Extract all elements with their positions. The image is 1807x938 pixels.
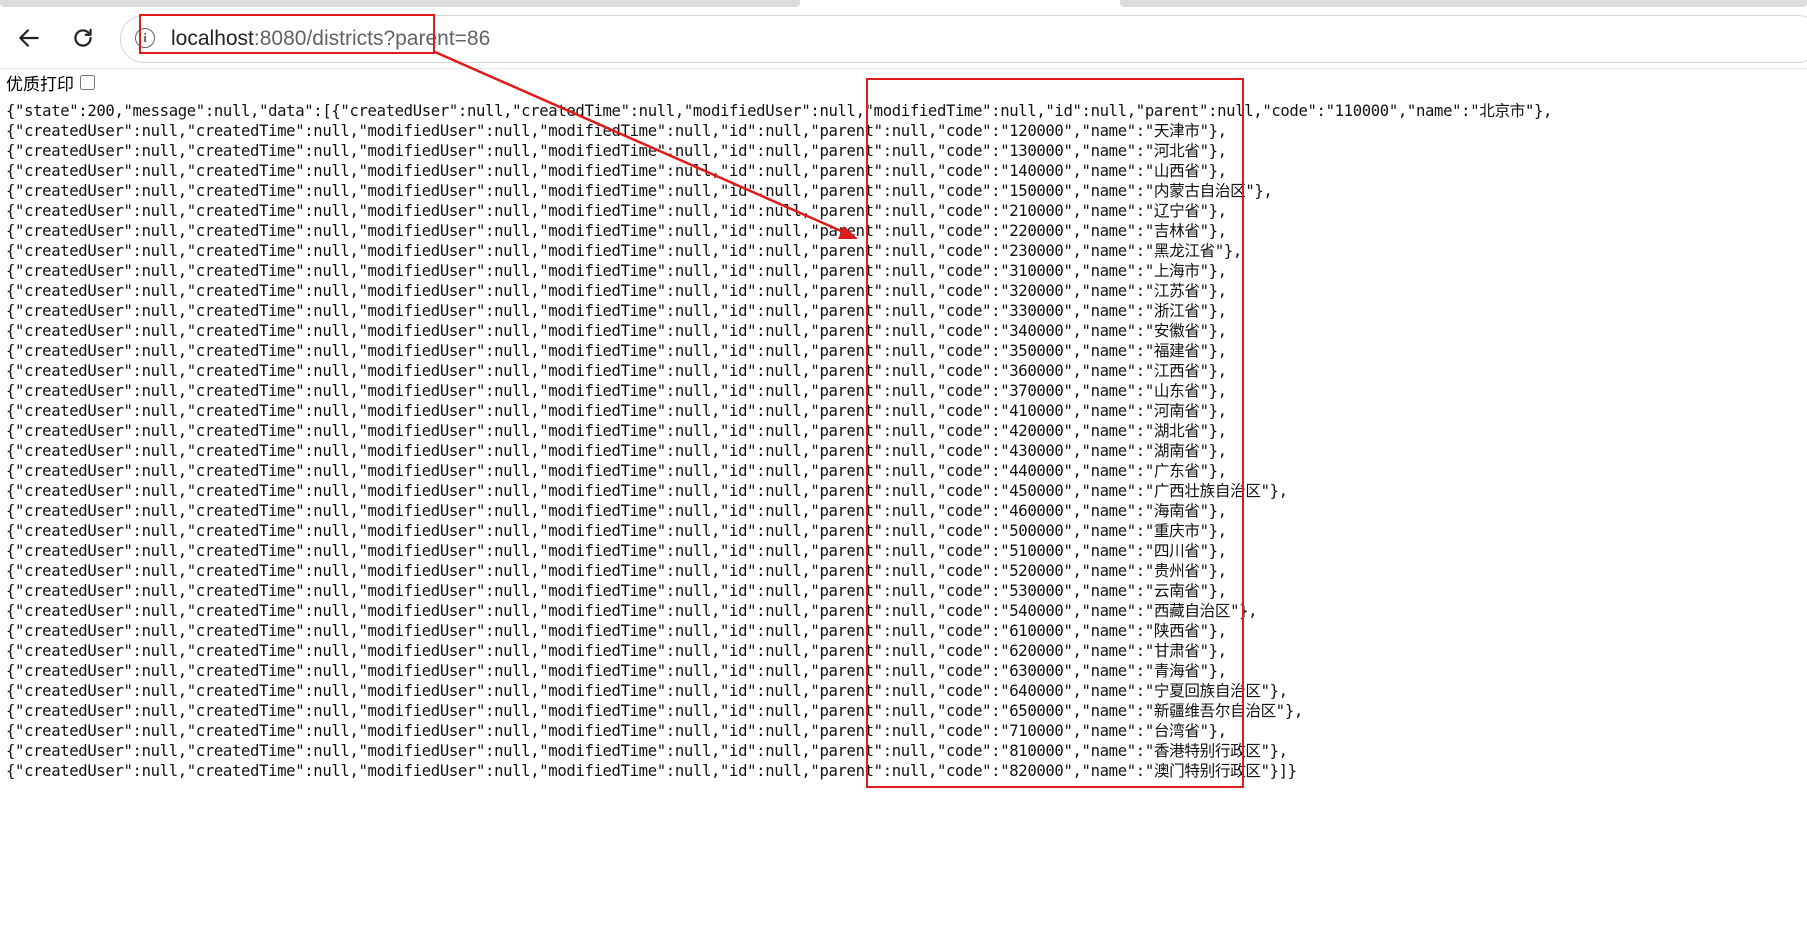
json-line: {"createdUser":null,"createdTime":null,"… [6,422,1227,440]
json-line: {"createdUser":null,"createdTime":null,"… [6,722,1227,740]
info-icon[interactable]: i [135,28,155,48]
address-bar[interactable]: i localhost:8080/districts?parent=86 [120,15,1807,63]
pretty-print-label: 优质打印 [6,74,74,95]
json-line: {"createdUser":null,"createdTime":null,"… [6,342,1227,360]
json-line: {"createdUser":null,"createdTime":null,"… [6,582,1227,600]
json-line: {"createdUser":null,"createdTime":null,"… [6,262,1227,280]
json-line: {"createdUser":null,"createdTime":null,"… [6,482,1288,500]
json-line: {"createdUser":null,"createdTime":null,"… [6,362,1227,380]
tab[interactable] [1120,0,1807,7]
url-host: localhost [171,27,254,50]
json-line: {"createdUser":null,"createdTime":null,"… [6,682,1288,700]
url-path: :8080/districts?parent=86 [253,27,491,50]
browser-toolbar: i localhost:8080/districts?parent=86 [0,8,1807,69]
json-line: {"state":200,"message":null,"data":[{"cr… [6,102,1553,120]
tab-strip [0,0,1807,8]
url-text[interactable]: localhost:8080/districts?parent=86 [171,27,490,51]
json-line: {"createdUser":null,"createdTime":null,"… [6,142,1227,160]
json-line: {"createdUser":null,"createdTime":null,"… [6,522,1227,540]
json-line: {"createdUser":null,"createdTime":null,"… [6,662,1227,680]
back-button[interactable] [9,18,49,58]
json-line: {"createdUser":null,"createdTime":null,"… [6,162,1227,180]
reload-icon [74,28,92,47]
json-response: {"state":200,"message":null,"data":[{"cr… [6,101,1552,781]
reload-button[interactable] [63,18,103,58]
json-line: {"createdUser":null,"createdTime":null,"… [6,602,1258,620]
json-line: {"createdUser":null,"createdTime":null,"… [6,762,1297,780]
json-line: {"createdUser":null,"createdTime":null,"… [6,282,1227,300]
json-line: {"createdUser":null,"createdTime":null,"… [6,642,1227,660]
json-line: {"createdUser":null,"createdTime":null,"… [6,242,1242,260]
arrow-left-icon [19,29,39,47]
json-line: {"createdUser":null,"createdTime":null,"… [6,622,1227,640]
json-line: {"createdUser":null,"createdTime":null,"… [6,742,1288,760]
json-line: {"createdUser":null,"createdTime":null,"… [6,542,1227,560]
json-line: {"createdUser":null,"createdTime":null,"… [6,502,1227,520]
json-line: {"createdUser":null,"createdTime":null,"… [6,562,1227,580]
json-line: {"createdUser":null,"createdTime":null,"… [6,702,1303,720]
json-line: {"createdUser":null,"createdTime":null,"… [6,442,1227,460]
json-line: {"createdUser":null,"createdTime":null,"… [6,122,1227,140]
tab[interactable] [0,0,800,7]
json-line: {"createdUser":null,"createdTime":null,"… [6,182,1273,200]
json-line: {"createdUser":null,"createdTime":null,"… [6,302,1227,320]
json-line: {"createdUser":null,"createdTime":null,"… [6,462,1227,480]
json-line: {"createdUser":null,"createdTime":null,"… [6,402,1227,420]
json-line: {"createdUser":null,"createdTime":null,"… [6,202,1227,220]
pretty-print-checkbox[interactable] [80,74,95,90]
json-line: {"createdUser":null,"createdTime":null,"… [6,222,1227,240]
json-line: {"createdUser":null,"createdTime":null,"… [6,382,1227,400]
json-line: {"createdUser":null,"createdTime":null,"… [6,322,1227,340]
pretty-print-toggle[interactable]: 优质打印 [6,70,95,95]
